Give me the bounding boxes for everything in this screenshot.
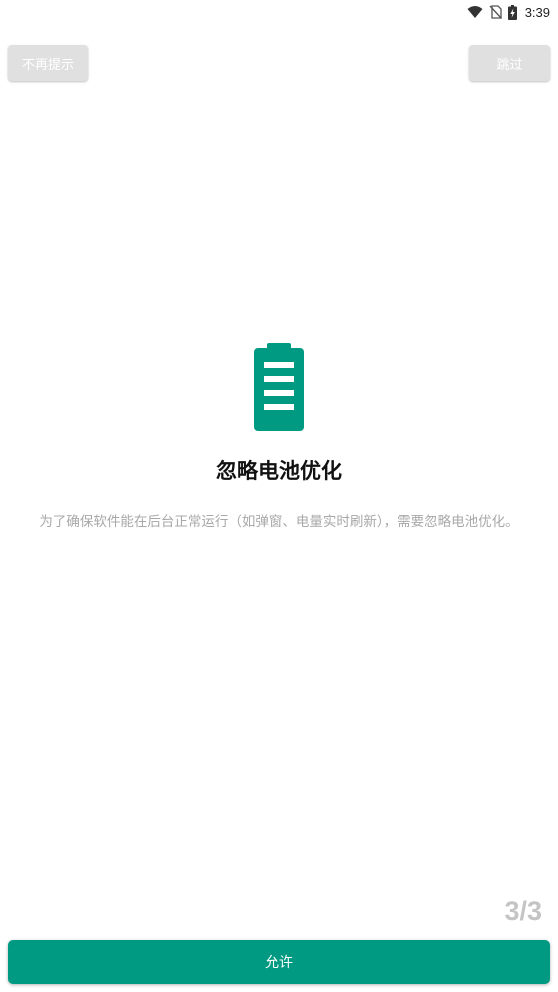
status-icons: 3:39 bbox=[467, 2, 550, 22]
battery-charging-icon bbox=[507, 4, 517, 20]
battery-full-icon bbox=[254, 343, 304, 431]
description-text: 为了确保软件能在后台正常运行（如弹窗、电量实时刷新），需要忽略电池优化。 bbox=[39, 514, 519, 530]
page-indicator: 3/3 bbox=[504, 896, 542, 926]
allow-button[interactable]: 允许 bbox=[8, 940, 550, 984]
status-time: 3:39 bbox=[524, 4, 550, 20]
no-remind-button[interactable]: 不再提示 bbox=[8, 45, 88, 81]
skip-button[interactable]: 跳过 bbox=[469, 45, 550, 81]
no-sim-icon bbox=[489, 5, 502, 19]
page-title: 忽略电池优化 bbox=[216, 459, 342, 483]
status-bar: 3:39 bbox=[0, 0, 558, 24]
wifi-icon bbox=[467, 6, 483, 18]
